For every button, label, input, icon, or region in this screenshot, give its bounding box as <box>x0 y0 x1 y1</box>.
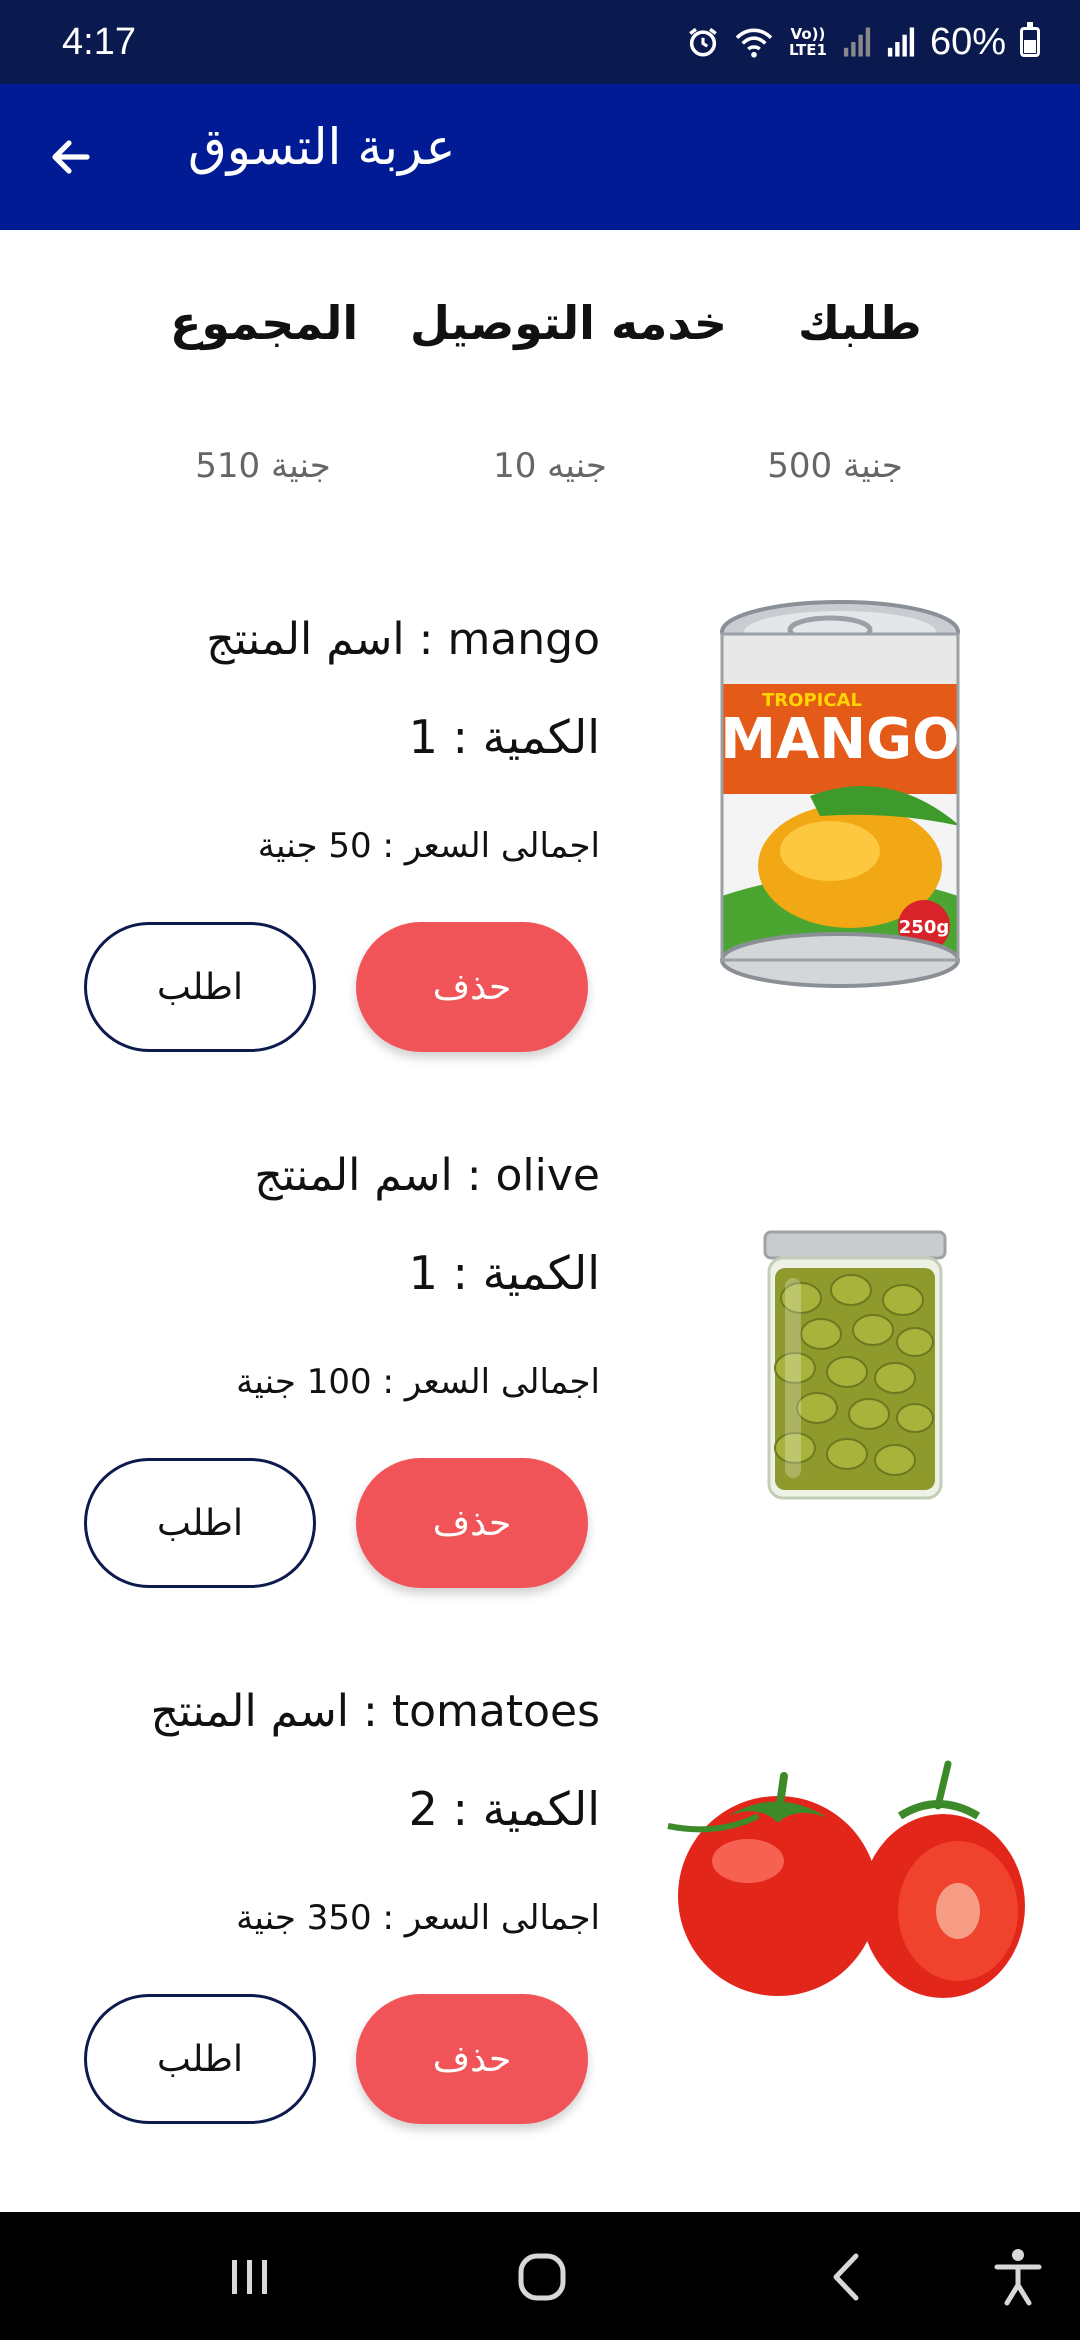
cart-item: اسم المنتج : tomatoes الكمية : 2 اجمالى … <box>0 1658 1080 2178</box>
cart-item: اسم المنتج : olive الكمية : 1 اجمالى الس… <box>0 1122 1080 1642</box>
order-button[interactable]: اطلب <box>84 1994 316 2124</box>
product-total-price: اجمالى السعر : 350 جنية <box>236 1898 600 1938</box>
accessibility-button[interactable] <box>978 2242 1058 2312</box>
cart-item: MANGO TROPICAL 250g اسم المنتج : mango ا… <box>0 586 1080 1106</box>
battery-percent: 60% <box>929 20 1006 63</box>
status-bar: 4:17 Vo)) LTE1 60% <box>0 0 1080 84</box>
product-quantity: الكمية : 1 <box>408 1246 600 1300</box>
order-button[interactable]: اطلب <box>84 922 316 1052</box>
delete-button[interactable]: حذف <box>356 1994 588 2124</box>
product-image-tomatoes <box>648 1756 1038 2006</box>
product-name: اسم المنتج : olive <box>254 1150 600 1201</box>
wifi-icon <box>734 25 774 59</box>
signal-icon <box>842 26 872 58</box>
delete-button[interactable]: حذف <box>356 1458 588 1588</box>
home-button[interactable] <box>502 2242 582 2312</box>
product-quantity: الكمية : 2 <box>408 1782 600 1836</box>
signal-icon <box>886 26 916 58</box>
mango-label-weight: 250g <box>899 917 949 938</box>
summary-header-total: المجموع <box>170 296 359 350</box>
status-time: 4:17 <box>62 20 136 63</box>
summary-value-order: 500 جنية <box>767 446 903 486</box>
product-image-mango: MANGO TROPICAL 250g <box>700 596 980 996</box>
product-quantity: الكمية : 1 <box>408 710 600 764</box>
nav-back-button[interactable] <box>806 2242 886 2312</box>
summary-headers: طلبك خدمه التوصيل المجموع <box>0 296 1080 366</box>
summary-values: 500 جنية 10 جنيه 510 جنية <box>0 446 1080 496</box>
home-icon <box>518 2253 566 2301</box>
system-nav-bar <box>0 2212 1080 2340</box>
delete-button[interactable]: حذف <box>356 922 588 1052</box>
product-image-olive <box>755 1228 955 1528</box>
recents-icon <box>232 2260 267 2294</box>
order-button[interactable]: اطلب <box>84 1458 316 1588</box>
accessibility-icon <box>994 2249 1042 2306</box>
product-name: اسم المنتج : mango <box>206 614 600 665</box>
page-title: عربة التسوق <box>188 118 456 176</box>
product-total-price: اجمالى السعر : 50 جنية <box>257 826 600 866</box>
mango-label-main: MANGO <box>720 707 960 772</box>
summary-value-total: 510 جنية <box>195 446 331 486</box>
arrow-left-icon <box>52 140 90 174</box>
back-icon <box>833 2253 859 2301</box>
alarm-icon <box>686 25 720 59</box>
summary-value-delivery: 10 جنيه <box>493 446 607 486</box>
mango-label-top: TROPICAL <box>762 690 862 711</box>
app-bar: عربة التسوق <box>0 84 1080 230</box>
battery-icon <box>1020 22 1040 57</box>
status-icons: Vo)) LTE1 60% <box>686 21 1040 64</box>
summary-header-delivery: خدمه التوصيل <box>410 296 728 350</box>
product-total-price: اجمالى السعر : 100 جنية <box>236 1362 600 1402</box>
back-button[interactable] <box>36 122 106 192</box>
summary-header-order: طلبك <box>798 296 922 350</box>
product-name: اسم المنتج : tomatoes <box>150 1686 600 1737</box>
lte-icon: Vo)) LTE1 <box>788 25 827 59</box>
recents-button[interactable] <box>210 2242 290 2312</box>
